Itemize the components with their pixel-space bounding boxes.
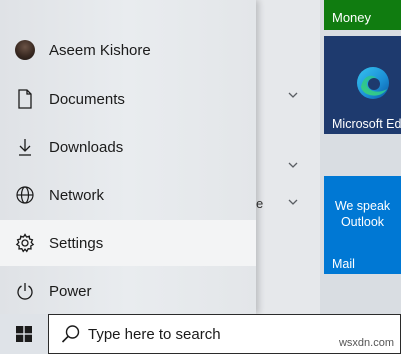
windows-logo-icon	[16, 326, 32, 342]
user-name: Aseem Kishore	[49, 41, 151, 59]
sidebar-item-label: Power	[49, 282, 92, 300]
sidebar-item-network[interactable]: Network	[0, 172, 256, 218]
power-icon	[15, 281, 35, 301]
edge-logo-icon	[357, 67, 389, 99]
user-avatar	[15, 40, 35, 60]
start-sidebar: Aseem Kishore Documents Downloads Networ…	[0, 0, 256, 314]
sidebar-item-settings[interactable]: Settings	[0, 220, 256, 266]
mail-tile[interactable]: We speak Outlook Mail	[324, 176, 401, 274]
search-placeholder: Type here to search	[88, 326, 221, 343]
sidebar-item-downloads[interactable]: Downloads	[0, 124, 256, 170]
microsoft-edge-tile[interactable]: Microsoft Edge	[324, 36, 401, 134]
sidebar-item-user[interactable]: Aseem Kishore	[0, 27, 256, 73]
money-tile[interactable]: Money	[324, 0, 401, 30]
document-icon	[15, 89, 35, 109]
sidebar-item-label: Settings	[49, 234, 104, 252]
start-button[interactable]	[0, 314, 48, 354]
mail-tile-message: We speak Outlook	[324, 198, 401, 230]
search-icon	[61, 325, 80, 343]
microsoft-edge-tile-label: Microsoft Edge	[332, 117, 401, 131]
taskbar-search-box[interactable]: Type here to search wsxdn.com	[48, 314, 401, 354]
app-list-partial-text: e	[256, 196, 264, 211]
network-icon	[15, 185, 35, 205]
mail-tile-message-line2: Outlook	[340, 215, 385, 229]
chevron-down-icon[interactable]	[288, 197, 298, 207]
sidebar-item-power[interactable]: Power	[0, 268, 256, 314]
gear-icon	[15, 233, 35, 253]
mail-tile-label: Mail	[332, 257, 355, 271]
watermark-text: wsxdn.com	[338, 337, 394, 349]
money-tile-label: Money	[332, 10, 372, 25]
sidebar-item-label: Network	[49, 186, 105, 204]
sidebar-item-label: Documents	[49, 90, 125, 108]
chevron-down-icon[interactable]	[288, 90, 298, 100]
sidebar-item-documents[interactable]: Documents	[0, 76, 256, 122]
download-icon	[15, 137, 35, 157]
sidebar-item-label: Downloads	[49, 138, 124, 156]
mail-tile-message-line1: We speak	[334, 199, 391, 213]
chevron-down-icon[interactable]	[288, 160, 298, 170]
taskbar: Type here to search wsxdn.com	[0, 314, 401, 354]
